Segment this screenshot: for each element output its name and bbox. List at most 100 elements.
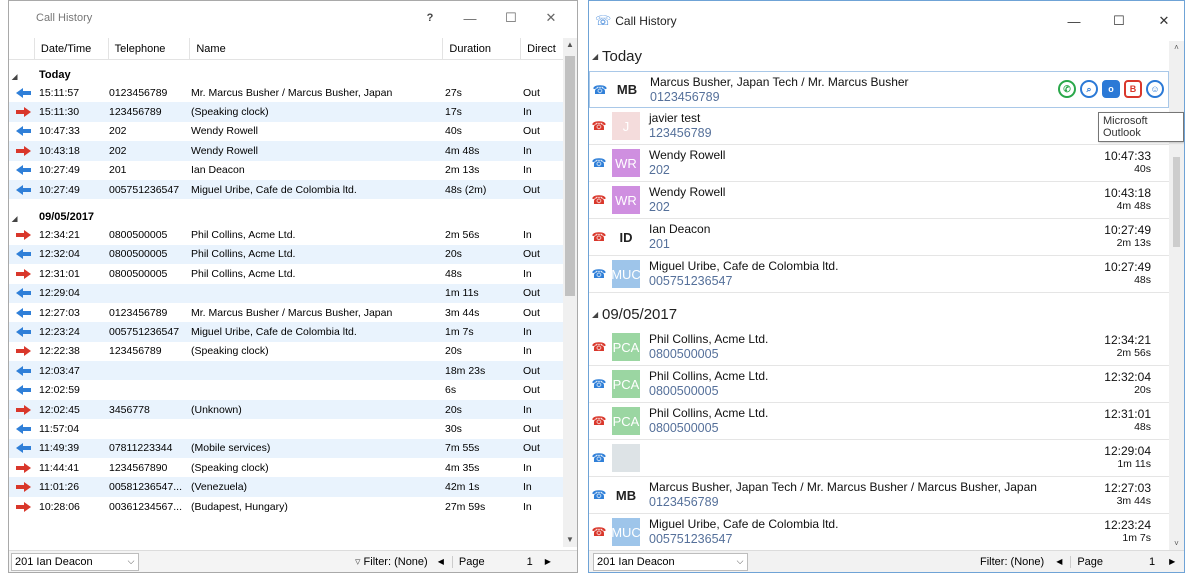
collapse-icon[interactable]: ◢	[9, 73, 39, 81]
filter-label[interactable]: Filter: (None)	[364, 556, 428, 568]
avatar: J	[612, 112, 640, 140]
table-row[interactable]: 11:44:41 1234567890 (Speaking clock) 4m 35s…	[9, 458, 563, 477]
contact-icon[interactable]: B	[1124, 80, 1142, 98]
column-header-name[interactable]: Name	[190, 38, 444, 59]
collapse-icon[interactable]: ◢	[592, 52, 602, 61]
list-item[interactable]: ☎ MUC Miguel Uribe, Cafe de Colombia ltd. 0…	[589, 514, 1169, 551]
phone-icon[interactable]: ✆	[1058, 80, 1076, 98]
group-header[interactable]: ◢ 09/05/2017	[589, 299, 1169, 329]
group-header[interactable]: ◢ Today	[9, 63, 563, 83]
column-header-direction[interactable]: Direct	[521, 38, 563, 59]
contact-number[interactable]: 201	[649, 237, 1169, 252]
telephone-cell: 202	[109, 125, 127, 138]
table-row[interactable]: 11:01:26 00581236547... (Venezuela) 42m 1s I…	[9, 477, 563, 497]
list-item[interactable]: ☎ 12:29:04 1m 11s	[589, 440, 1169, 477]
minimize-button[interactable]: —	[455, 1, 485, 35]
user-select[interactable]: 201 Ian Deacon ⌵	[593, 552, 748, 571]
call-grid[interactable]: ◢ Today 15:11:57 0123456789 Mr. Marcus Bushe…	[9, 63, 563, 547]
column-header-duration[interactable]: Duration	[443, 38, 522, 59]
table-row[interactable]: 12:02:45 3456778 (Unknown) 20s In	[9, 399, 563, 420]
table-row[interactable]: 12:29:04 1m 11s Out	[9, 283, 563, 303]
table-row[interactable]: 15:11:30 123456789 (Speaking clock) 17s In	[9, 102, 563, 122]
list-item[interactable]: ☎ MB Marcus Busher, Japan Tech / Mr. Marcu…	[589, 477, 1169, 514]
list-item[interactable]: ☎ ID Ian Deacon 201 10:27:49 2m 13s	[589, 219, 1169, 256]
contact-number[interactable]: 202	[649, 163, 1169, 178]
search-icon[interactable]: ⌕	[1080, 80, 1098, 98]
column-header-datetime[interactable]: Date/Time	[35, 38, 109, 59]
direction-text-cell: Out	[523, 86, 540, 99]
table-row[interactable]: 10:27:49 005751236547 Miguel Uribe, Cafe d…	[9, 179, 563, 200]
direction-cell	[9, 423, 39, 434]
telephone-cell: 005751236547	[109, 325, 180, 338]
name-cell: (Speaking clock)	[191, 106, 269, 119]
page-prev-icon[interactable]: ◀	[438, 557, 444, 566]
scroll-up-icon[interactable]: ˄	[1169, 41, 1184, 55]
list-item[interactable]: ☎ MB Marcus Busher, Japan Tech / Mr. Marcu…	[589, 71, 1169, 108]
vertical-scrollbar[interactable]: ▲ ▼	[563, 38, 577, 547]
collapse-icon[interactable]: ◢	[9, 215, 39, 223]
maximize-button[interactable]: ☐	[496, 1, 526, 35]
page-number[interactable]: 1	[1149, 556, 1155, 568]
outlook-icon[interactable]: o	[1102, 80, 1120, 98]
arrow-in-icon	[16, 462, 32, 473]
list-item[interactable]: ☎ PCA Phil Collins, Acme Ltd. 0800500005 12:…	[589, 366, 1169, 403]
table-row[interactable]: 12:31:01 0800500005 Phil Collins, Acme Ltd…	[9, 264, 563, 283]
table-row[interactable]: 12:02:59 6s Out	[9, 380, 563, 399]
contact-number[interactable]: 005751236547	[649, 532, 1169, 547]
minimize-button[interactable]: —	[1059, 1, 1089, 41]
close-button[interactable]: ✕	[536, 1, 566, 35]
page-prev-icon[interactable]: ◀	[1056, 557, 1062, 566]
table-row[interactable]: 10:43:18 202 Wendy Rowell 4m 48s In	[9, 141, 563, 161]
group-header[interactable]: ◢ Today	[589, 41, 1169, 71]
direction-cell	[9, 385, 39, 396]
table-row[interactable]: 12:23:24 005751236547 Miguel Uribe, Cafe d…	[9, 322, 563, 342]
person-icon[interactable]: ☺	[1146, 80, 1164, 98]
filter-label[interactable]: Filter: (None)	[980, 556, 1044, 568]
table-row[interactable]: 12:03:47 18m 23s Out	[9, 361, 563, 381]
table-row[interactable]: 10:28:06 00361234567... (Budapest, Hungary…	[9, 497, 563, 516]
user-select[interactable]: 201 Ian Deacon ⌵	[11, 552, 139, 571]
page-next-icon[interactable]: ▶	[545, 557, 551, 566]
contact-number[interactable]: 005751236547	[649, 274, 1169, 289]
table-row[interactable]: 10:27:49 201 Ian Deacon 2m 13s In	[9, 161, 563, 180]
collapse-icon[interactable]: ◢	[592, 310, 602, 319]
table-row[interactable]: 11:49:39 07811223344 (Mobile services) 7m 5…	[9, 438, 563, 459]
table-row[interactable]: 12:27:03 0123456789 Mr. Marcus Busher / Ma…	[9, 303, 563, 322]
contact-number[interactable]: 202	[649, 200, 1169, 215]
contact-number[interactable]: 123456789	[649, 126, 1169, 141]
table-row[interactable]: 11:57:04 30s Out	[9, 419, 563, 438]
close-button[interactable]: ✕	[1149, 1, 1179, 41]
scroll-thumb[interactable]	[565, 56, 575, 296]
help-button[interactable]: ?	[415, 1, 445, 35]
list-item[interactable]: ☎ MUC Miguel Uribe, Cafe de Colombia ltd. 0…	[589, 256, 1169, 293]
table-row[interactable]: 15:11:57 0123456789 Mr. Marcus Busher / Ma…	[9, 83, 563, 102]
list-item[interactable]: ☎ WR Wendy Rowell 202 10:43:18 4m 48s	[589, 182, 1169, 219]
maximize-button[interactable]: ☐	[1104, 1, 1134, 41]
contact-number[interactable]: 0800500005	[649, 421, 1169, 436]
scroll-down-icon[interactable]: ˅	[1169, 537, 1184, 551]
call-list[interactable]: ◢ Today ☎ MB Marcus Busher, Japan Tech / Mr.…	[589, 41, 1169, 551]
list-item[interactable]: ☎Jjavier test12345678917s	[589, 108, 1169, 145]
table-row[interactable]: 10:47:33 202 Wendy Rowell 40s Out	[9, 122, 563, 141]
list-item[interactable]: ☎ WR Wendy Rowell 202 10:47:33 40s	[589, 145, 1169, 182]
table-row[interactable]: 12:22:38 123456789 (Speaking clock) 20s In	[9, 342, 563, 361]
contact-number[interactable]: 0800500005	[649, 384, 1169, 399]
page-next-icon[interactable]: ▶	[1169, 557, 1175, 566]
filter-icon[interactable]: ▿	[355, 555, 361, 568]
column-header-telephone[interactable]: Telephone	[109, 38, 191, 59]
page-number[interactable]: 1	[527, 556, 533, 568]
contact-name: javier test	[649, 111, 701, 125]
table-row[interactable]: 12:34:21 0800500005 Phil Collins, Acme Ltd…	[9, 225, 563, 244]
list-item[interactable]: ☎ PCA Phil Collins, Acme Ltd. 0800500005 12:…	[589, 329, 1169, 366]
duration-cell: 40s	[445, 125, 462, 138]
scroll-thumb[interactable]	[1173, 157, 1180, 247]
scroll-up-icon[interactable]: ▲	[563, 38, 577, 52]
contact-number[interactable]: 0123456789	[649, 495, 1169, 510]
contact-number[interactable]: 0800500005	[649, 347, 1169, 362]
call-time: 10:43:18	[1104, 186, 1151, 200]
group-header[interactable]: ◢ 09/05/2017	[9, 205, 563, 225]
duration-cell: 27s	[445, 86, 462, 99]
scroll-down-icon[interactable]: ▼	[563, 533, 577, 547]
table-row[interactable]: 12:32:04 0800500005 Phil Collins, Acme Ltd…	[9, 244, 563, 265]
list-item[interactable]: ☎ PCA Phil Collins, Acme Ltd. 0800500005 12:…	[589, 403, 1169, 440]
